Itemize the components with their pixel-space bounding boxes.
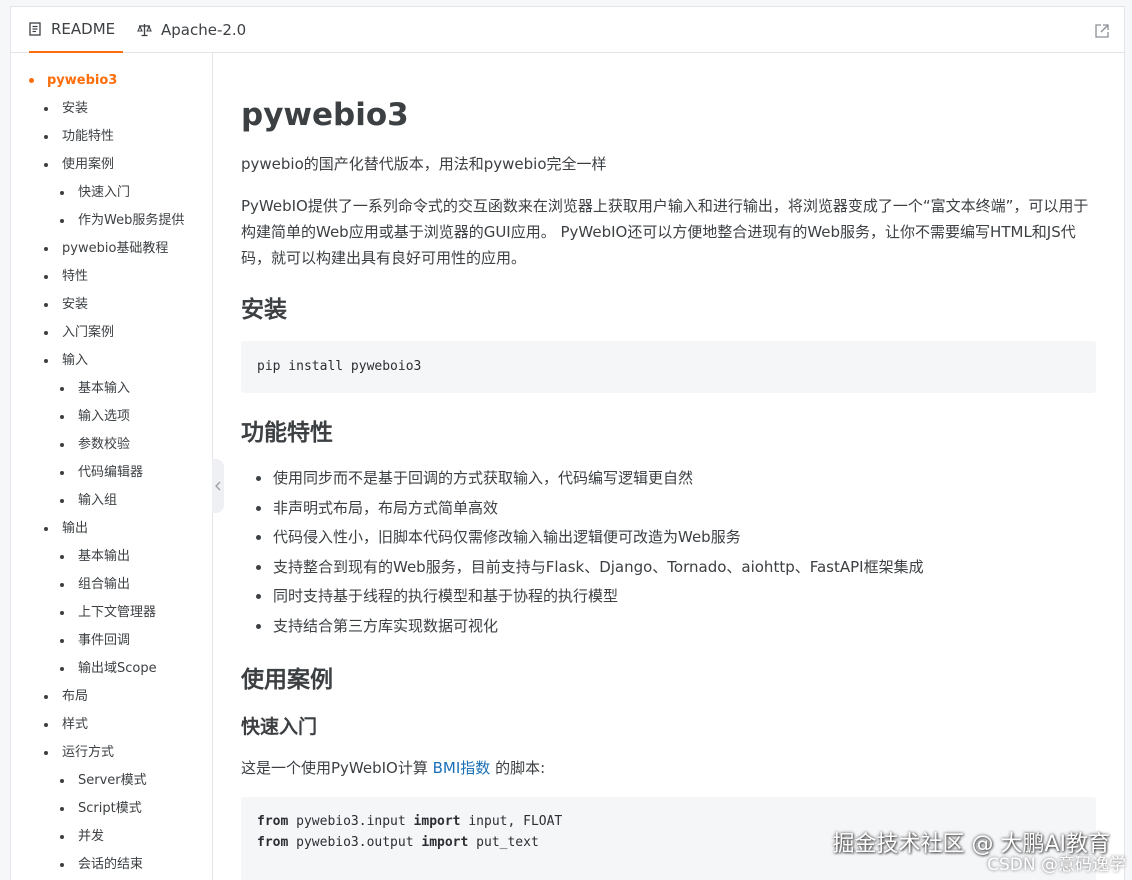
- scale-icon: [137, 24, 152, 37]
- list-item: 非声明式布局，布局方式简单高效: [241, 494, 1096, 524]
- sidebar-collapse-handle[interactable]: [212, 459, 224, 513]
- intro-paragraph: PyWebIO提供了一系列命令式的交互函数来在浏览器上获取用户输入和进行输出，将…: [241, 197, 1089, 267]
- toc-item[interactable]: 作为Web服务提供: [11, 207, 212, 235]
- toc-item[interactable]: 快速入门: [11, 179, 212, 207]
- tab-license-label: Apache-2.0: [161, 21, 247, 39]
- install-code-block: pip install pyweboio3: [241, 341, 1096, 393]
- features-list: 使用同步而不是基于回调的方式获取输入，代码编写逻辑更自然 非声明式布局，布局方式…: [241, 464, 1096, 642]
- chevron-left-icon: [215, 481, 221, 491]
- watermark-csdn: CSDN @意码逸学: [987, 855, 1126, 875]
- list-item: 使用同步而不是基于回调的方式获取输入，代码编写逻辑更自然: [241, 464, 1096, 494]
- toc-item[interactable]: 安装: [11, 95, 212, 123]
- list-item: 代码侵入性小，旧脚本代码仅需修改输入输出逻辑便可改造为Web服务: [241, 523, 1096, 553]
- toc-item[interactable]: 参数校验: [11, 431, 212, 459]
- list-item: 支持整合到现有的Web服务，目前支持与Flask、Django、Tornado、…: [241, 553, 1096, 583]
- expand-icon[interactable]: [1094, 23, 1110, 39]
- code-keyword: import: [413, 813, 461, 829]
- toc-item[interactable]: 样式: [11, 711, 212, 739]
- code-module: pywebio3.output: [288, 834, 422, 850]
- install-command: pip install pyweboio3: [257, 359, 422, 374]
- tab-readme[interactable]: README: [29, 7, 124, 53]
- toc-item[interactable]: 代码编辑器: [11, 459, 212, 487]
- toc-item[interactable]: Server模式: [11, 767, 212, 795]
- subtitle-text: pywebio的国产化替代版本，用法和pywebio完全一样: [241, 155, 607, 173]
- bmi-prefix: 这是一个使用PyWebIO计算: [241, 758, 433, 777]
- toc-item[interactable]: 并发: [11, 823, 212, 851]
- code-keyword: from: [257, 834, 289, 850]
- toc-item[interactable]: 事件回调: [11, 627, 212, 655]
- toc-item[interactable]: 输入组: [11, 487, 212, 515]
- toc-item[interactable]: 功能特性: [11, 123, 212, 151]
- tab-bar: README Apache-2.0: [11, 7, 1124, 53]
- list-item: 支持结合第三方库实现数据可视化: [241, 612, 1096, 642]
- toc-sidebar: pywebio3 安装 功能特性 使用案例 快速入门 作为Web服务提供 pywebio基础…: [11, 53, 213, 880]
- toc-item[interactable]: 特性: [11, 263, 212, 291]
- book-icon: [29, 22, 41, 36]
- toc-item[interactable]: 使用案例: [11, 151, 212, 179]
- features-heading: 功能特性: [241, 420, 333, 446]
- tab-readme-label: README: [51, 20, 116, 38]
- tab-license[interactable]: Apache-2.0: [137, 7, 246, 53]
- toc-item[interactable]: 运行方式: [11, 739, 212, 767]
- toc-item[interactable]: pywebio基础教程: [11, 235, 212, 263]
- toc-item[interactable]: Script模式: [11, 795, 212, 823]
- toc-item[interactable]: 输入选项: [11, 403, 212, 431]
- bmi-description: 这是一个使用PyWebIO计算 BMI指数 的脚本:: [241, 755, 1096, 781]
- toc-item[interactable]: pywebio3: [11, 67, 212, 95]
- code-keyword: from: [257, 813, 289, 829]
- toc-item[interactable]: 组合输出: [11, 571, 212, 599]
- bmi-link[interactable]: BMI指数: [433, 759, 491, 777]
- quickstart-heading: 快速入门: [241, 715, 318, 738]
- readme-content: pywebio3 pywebio的国产化替代版本，用法和pywebio完全一样 …: [241, 53, 1096, 880]
- toc-item[interactable]: 入门案例: [11, 319, 212, 347]
- readme-panel: README Apache-2.0 pywebio3 安装 功能特性 使用案例 快速入门…: [10, 6, 1125, 880]
- toc-item[interactable]: 输出: [11, 515, 212, 543]
- code-names: put_text: [468, 834, 539, 850]
- code-names: input, FLOAT: [460, 813, 563, 829]
- list-item: 同时支持基于线程的执行模型和基于协程的执行模型: [241, 582, 1096, 612]
- toc-item[interactable]: 布局: [11, 683, 212, 711]
- toc-item[interactable]: 安装: [11, 291, 212, 319]
- code-module: pywebio3.input: [288, 813, 414, 829]
- toc-item[interactable]: 基本输入: [11, 375, 212, 403]
- toc-item[interactable]: 上下文管理器: [11, 599, 212, 627]
- toc-item[interactable]: 基本输出: [11, 543, 212, 571]
- install-heading: 安装: [241, 297, 287, 323]
- toc-item[interactable]: 会话的结束: [11, 851, 212, 879]
- cases-heading: 使用案例: [241, 666, 333, 693]
- toc-item[interactable]: 输入: [11, 347, 212, 375]
- bmi-suffix: 的脚本:: [490, 758, 546, 777]
- page-title: pywebio3: [241, 97, 409, 133]
- toc-list: pywebio3 安装 功能特性 使用案例 快速入门 作为Web服务提供 pywebio基础…: [11, 67, 212, 879]
- code-keyword: import: [421, 834, 469, 850]
- toc-item[interactable]: 输出域Scope: [11, 655, 212, 683]
